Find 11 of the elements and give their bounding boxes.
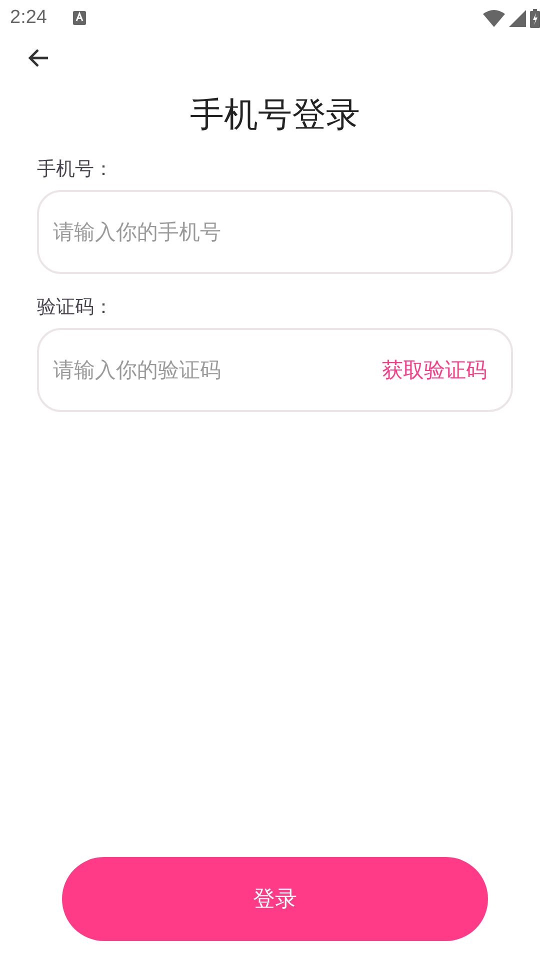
get-code-link[interactable]: 获取验证码 [382, 356, 487, 384]
page-title: 手机号登录 [189, 94, 361, 137]
login-button[interactable]: 登录 [62, 857, 488, 941]
field-label: 手机号： [37, 157, 114, 182]
battery-icon [530, 8, 540, 28]
keyboard-notification-icon [72, 11, 86, 25]
input-field[interactable]: 请输入你的手机号 [37, 190, 513, 274]
wifi-icon [483, 10, 505, 26]
signal-icon [509, 10, 526, 26]
field-label: 验证码： [37, 295, 114, 320]
status-time: 2:24 [10, 7, 47, 29]
